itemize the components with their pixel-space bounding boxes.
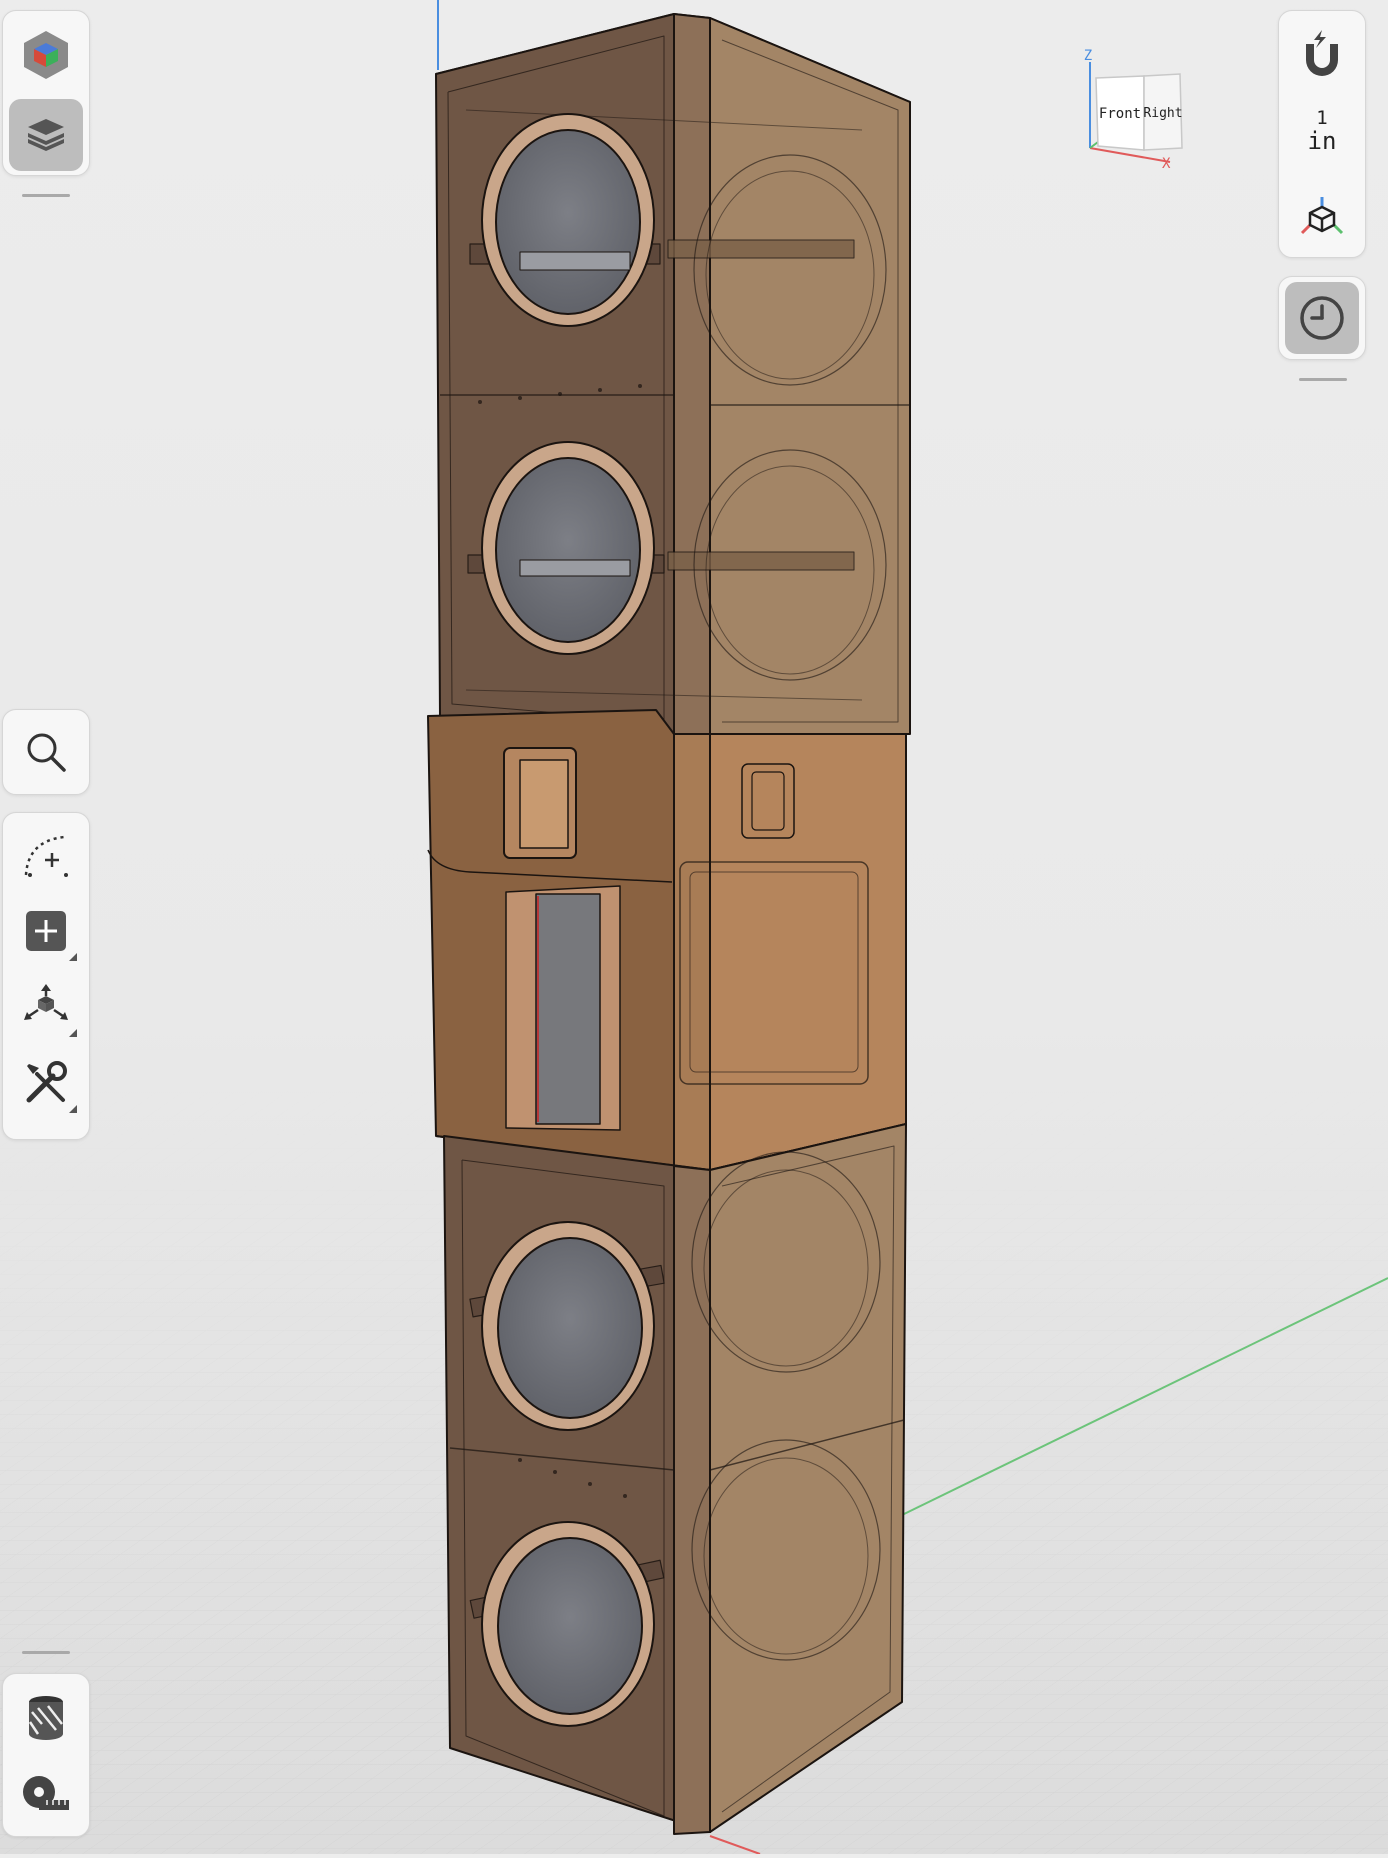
transform-button[interactable]	[9, 971, 83, 1043]
top-cabinet[interactable]	[435, 13, 911, 735]
middle-section[interactable]	[427, 709, 907, 1171]
3d-viewport[interactable]	[0, 0, 1388, 1855]
add-button[interactable]	[9, 895, 83, 967]
bottom-cabinet[interactable]	[443, 1123, 907, 1835]
view-cube-x-label: X	[1162, 156, 1171, 172]
bottom-left-panel	[2, 1673, 90, 1837]
viewport-canvas[interactable]	[0, 0, 1388, 1855]
view-orientation-button[interactable]	[1285, 181, 1359, 253]
separator	[22, 1651, 70, 1654]
measure-button[interactable]	[9, 1758, 83, 1830]
sketch-curve-icon	[22, 831, 70, 879]
top-left-toolbar	[2, 10, 90, 176]
search-icon	[24, 730, 68, 774]
top-driver-2	[481, 441, 655, 655]
snap-button[interactable]	[1285, 19, 1359, 91]
view-cube-z-label: Z	[1084, 48, 1092, 64]
bottom-driver-2	[481, 1521, 655, 1727]
view-cube-y-axis	[1089, 141, 1099, 149]
model-cube-icon	[22, 29, 70, 81]
view-cube-front-label: Front	[1099, 106, 1141, 122]
history-panel	[1278, 276, 1366, 360]
layers-button[interactable]	[9, 99, 83, 171]
right-top-toolbar: 1 in	[1278, 10, 1366, 258]
appearance-button[interactable]	[9, 1682, 83, 1754]
view-orientation-icon	[1300, 195, 1344, 239]
tools-icon	[23, 1060, 69, 1106]
measure-tape-icon	[21, 1774, 71, 1814]
view-cube-x-axis	[1089, 147, 1171, 163]
scale-unit: in	[1307, 126, 1337, 155]
snap-magnet-icon	[1300, 30, 1344, 80]
top-driver-1	[481, 113, 655, 327]
layers-icon	[24, 113, 68, 157]
bottom-driver-1	[481, 1221, 655, 1431]
transform-icon	[22, 984, 70, 1030]
appearance-icon	[26, 1694, 66, 1742]
search-panel	[2, 709, 90, 795]
speaker-tower-model[interactable]	[427, 13, 911, 1835]
scale-value: 1	[1316, 107, 1328, 129]
model-cube-button[interactable]	[9, 19, 83, 91]
scale-indicator[interactable]: 1 in	[1279, 107, 1365, 173]
history-button[interactable]	[1285, 282, 1359, 354]
left-tools-panel	[2, 812, 90, 1140]
search-button[interactable]	[9, 716, 83, 788]
separator	[22, 194, 70, 197]
view-cube-right-label: Right	[1143, 106, 1182, 121]
sketch-button[interactable]	[9, 819, 83, 891]
view-cube[interactable]: Front Right Z X	[1078, 44, 1200, 176]
history-clock-icon	[1298, 294, 1346, 342]
separator	[1299, 378, 1347, 381]
add-icon	[24, 909, 68, 953]
tools-button[interactable]	[9, 1047, 83, 1119]
